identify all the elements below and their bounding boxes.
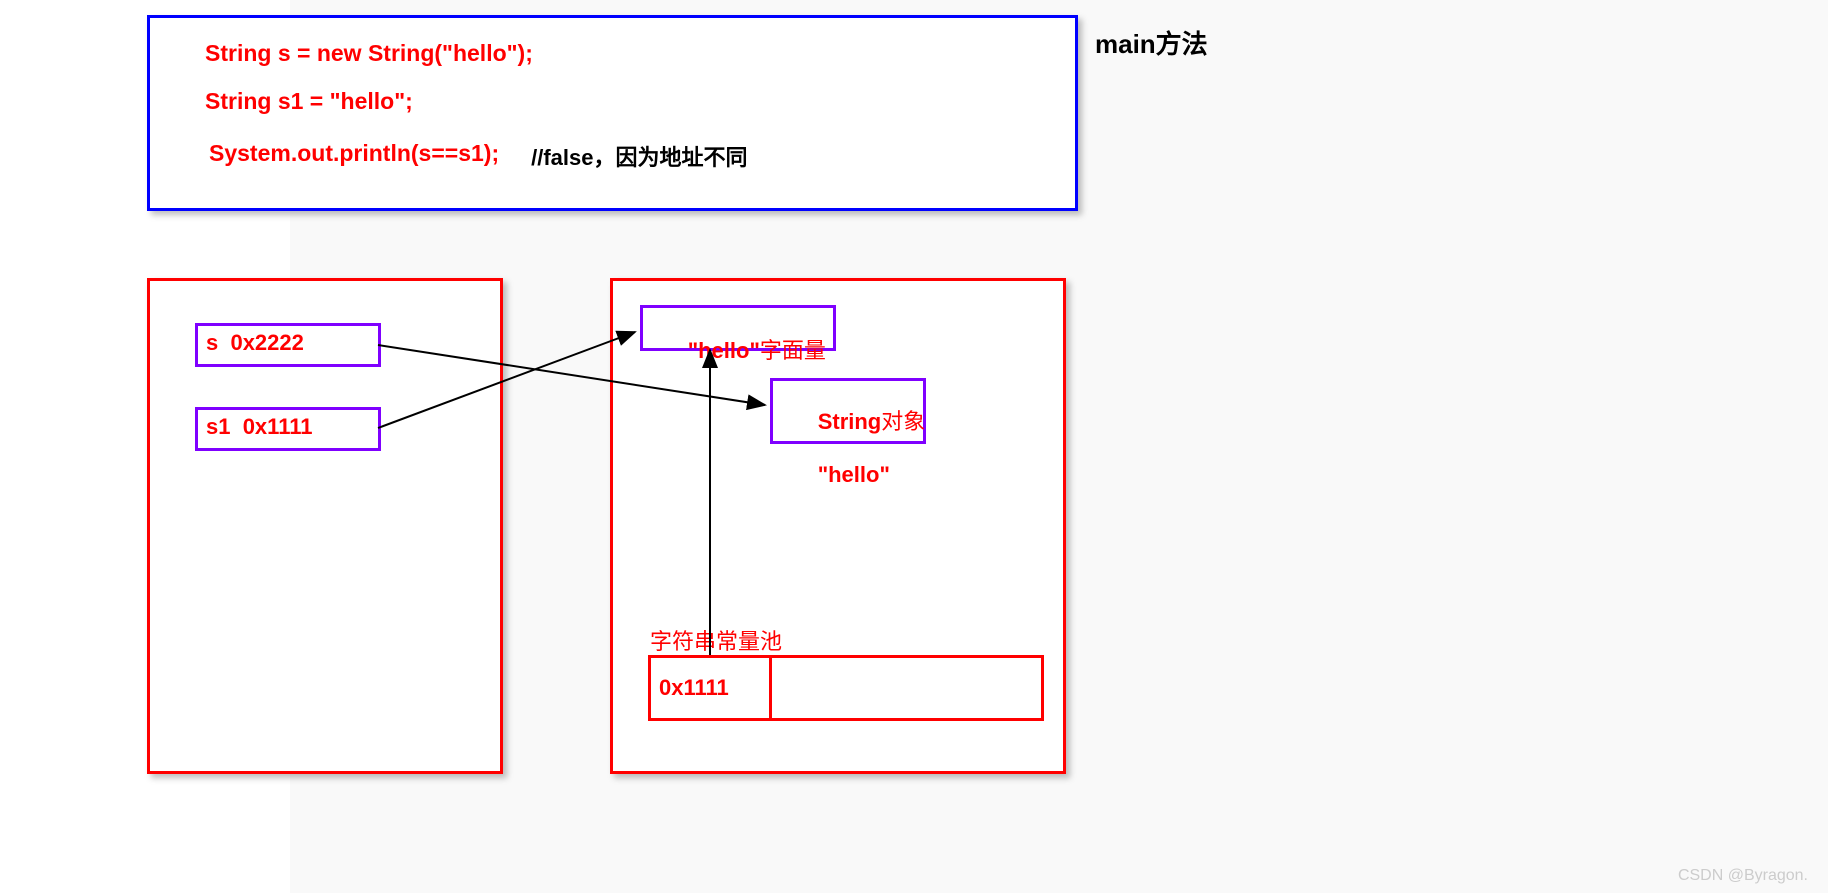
heap-literal-box: "hello"字面量: [640, 305, 836, 351]
code-line-1: String s = new String("hello");: [205, 40, 533, 67]
stack-slot-s-text: s 0x2222: [198, 326, 378, 360]
stack-slot-s1-text: s1 0x1111: [198, 410, 378, 444]
code-box: String s = new String("hello"); String s…: [147, 15, 1078, 211]
string-pool-label: 字符串常量池: [650, 624, 782, 656]
heap-object-box: String对象 "hello": [770, 378, 926, 444]
stack-slot-s: s 0x2222: [195, 323, 381, 367]
code-line-2: String s1 = "hello";: [205, 88, 413, 115]
code-line-3-comment: //false，因为地址不同: [525, 140, 747, 172]
main-method-label: main方法: [1095, 24, 1208, 61]
heap-object-text: String对象 "hello": [773, 381, 923, 519]
string-pool-cell-0: 0x1111: [648, 655, 772, 721]
stack-slot-s1: s1 0x1111: [195, 407, 381, 451]
watermark: CSDN @Byragon.: [1678, 867, 1808, 885]
diagram-root: main方法 String s = new String("hello"); S…: [0, 0, 1828, 893]
code-line-3-red: System.out.println(s==s1);: [209, 140, 499, 167]
